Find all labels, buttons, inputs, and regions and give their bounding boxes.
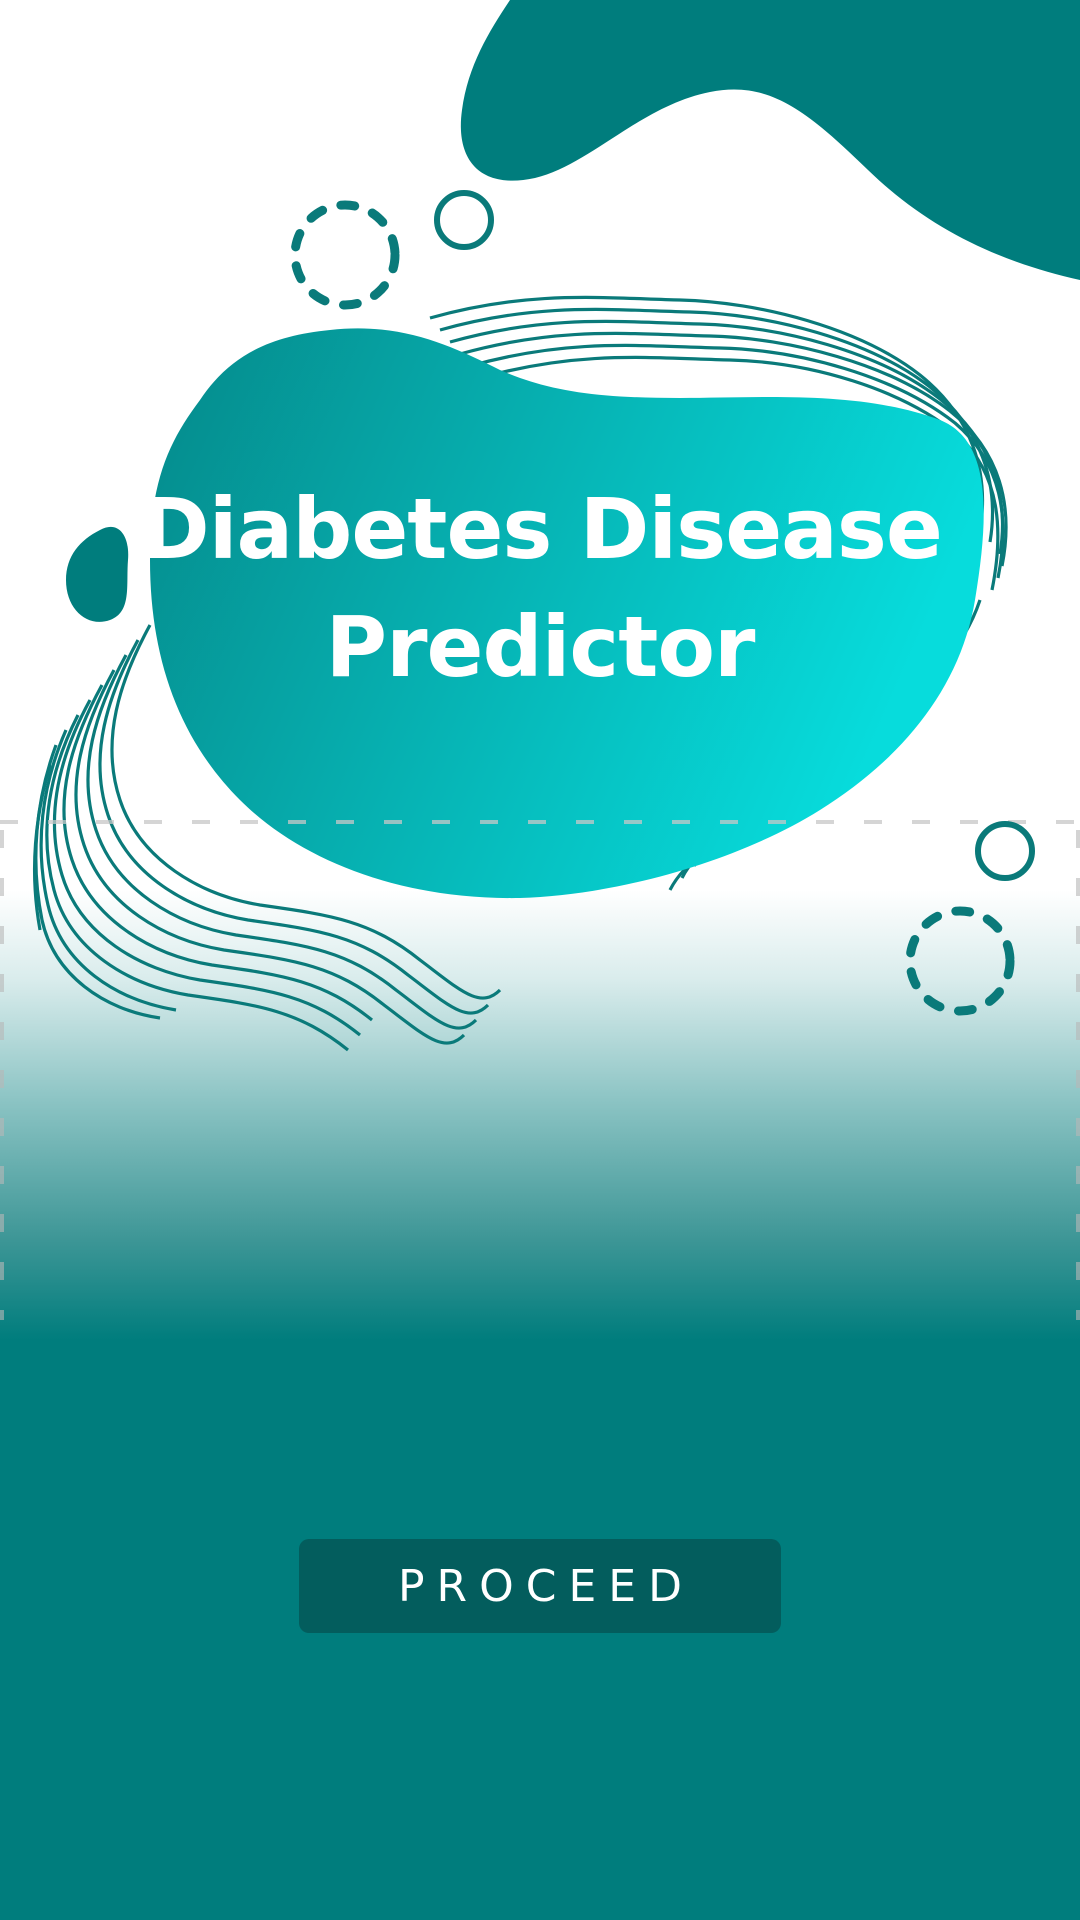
app-title-line-1: Diabetes Disease: [140, 480, 943, 578]
proceed-button[interactable]: PROCEED: [299, 1539, 781, 1633]
splash-screen: Diabetes Disease Predictor PROCEED: [0, 0, 1080, 1920]
dashed-circle-icon: [290, 200, 400, 310]
ring-icon: [975, 821, 1035, 881]
top-right-blob: [460, 0, 1080, 280]
app-title-line-2: Predictor: [325, 598, 756, 696]
dashed-circle-icon: [905, 906, 1015, 1016]
small-blob: [66, 526, 129, 622]
app-title: Diabetes Disease Predictor: [140, 470, 943, 706]
ring-icon: [434, 190, 494, 250]
